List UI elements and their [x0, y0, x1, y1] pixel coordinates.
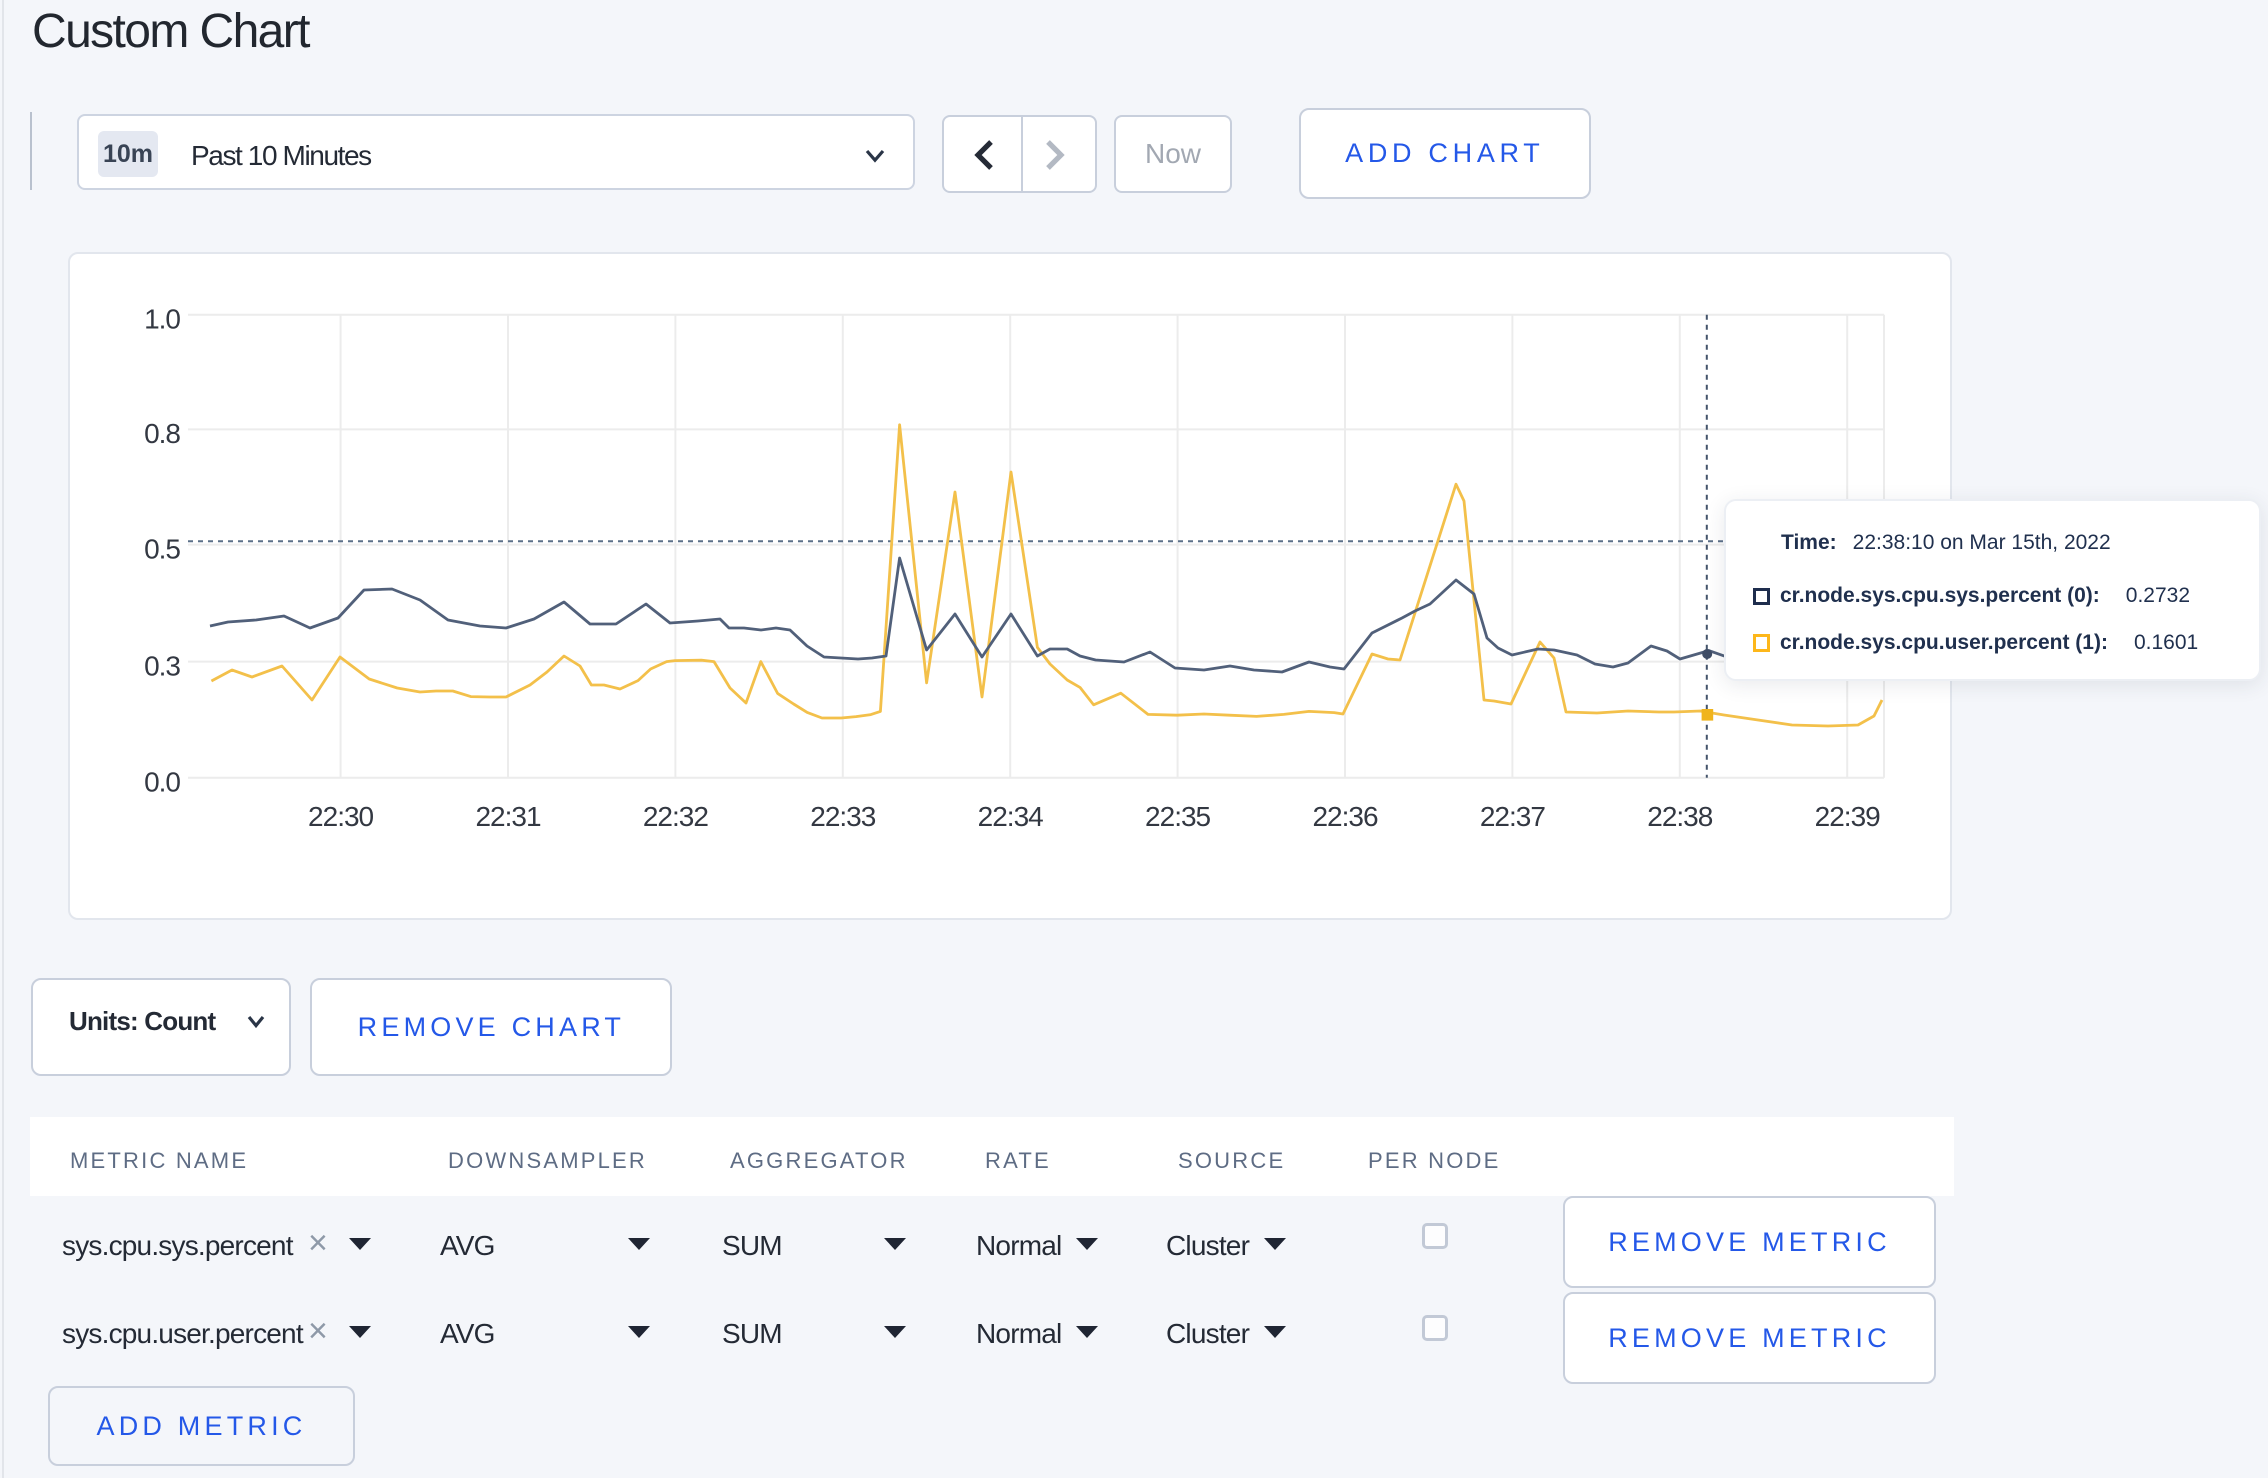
svg-text:22:34: 22:34: [978, 801, 1043, 832]
svg-text:22:30: 22:30: [308, 801, 373, 832]
svg-text:0.0: 0.0: [144, 767, 180, 798]
svg-text:22:37: 22:37: [1480, 801, 1545, 832]
svg-text:22:31: 22:31: [475, 801, 540, 832]
svg-text:22:38: 22:38: [1647, 801, 1712, 832]
svg-text:22:36: 22:36: [1312, 801, 1377, 832]
svg-text:22:39: 22:39: [1815, 801, 1880, 832]
svg-text:22:35: 22:35: [1145, 801, 1210, 832]
svg-text:22:33: 22:33: [810, 801, 875, 832]
svg-text:22:32: 22:32: [643, 801, 708, 832]
svg-text:1.0: 1.0: [144, 304, 180, 335]
svg-text:0.3: 0.3: [144, 650, 180, 681]
svg-text:0.8: 0.8: [144, 418, 180, 449]
svg-text:0.5: 0.5: [144, 533, 180, 564]
